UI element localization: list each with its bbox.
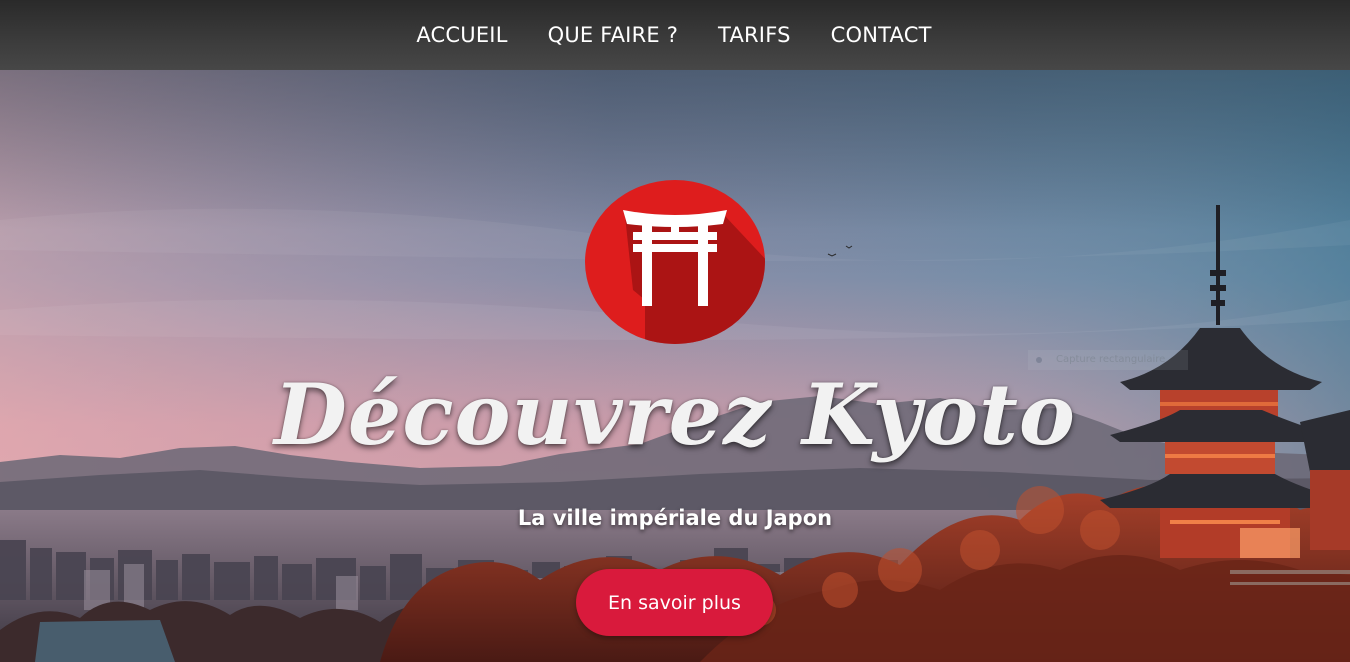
torii-gate-icon [585, 180, 765, 344]
main-navbar: ACCUEIL QUE FAIRE ? TARIFS CONTACT [0, 0, 1350, 70]
nav-link-tarifs[interactable]: TARIFS [718, 23, 791, 47]
nav-list: ACCUEIL QUE FAIRE ? TARIFS CONTACT [416, 23, 931, 47]
hero-content: Découvrez Kyoto La ville impériale du Ja… [0, 70, 1350, 662]
capture-tooltip: Capture rectangulaire [1028, 350, 1188, 370]
page: ACCUEIL QUE FAIRE ? TARIFS CONTACT Décou… [0, 0, 1350, 662]
nav-link-contact[interactable]: CONTACT [831, 23, 932, 47]
nav-link-accueil[interactable]: ACCUEIL [416, 23, 507, 47]
capture-icon [1036, 357, 1042, 363]
capture-tooltip-label: Capture rectangulaire [1056, 354, 1166, 365]
nav-link-que-faire[interactable]: QUE FAIRE ? [548, 23, 678, 47]
nav-item-accueil: ACCUEIL [416, 23, 507, 47]
nav-item-contact: CONTACT [831, 23, 932, 47]
hero-subtitle: La ville impériale du Japon [517, 506, 833, 530]
logo [585, 180, 765, 345]
hero-section: Découvrez Kyoto La ville impériale du Ja… [0, 70, 1350, 662]
hero-title: Découvrez Kyoto [274, 365, 1076, 464]
en-savoir-plus-button[interactable]: En savoir plus [576, 569, 773, 636]
nav-item-tarifs: TARIFS [718, 23, 791, 47]
nav-item-que-faire: QUE FAIRE ? [548, 23, 678, 47]
